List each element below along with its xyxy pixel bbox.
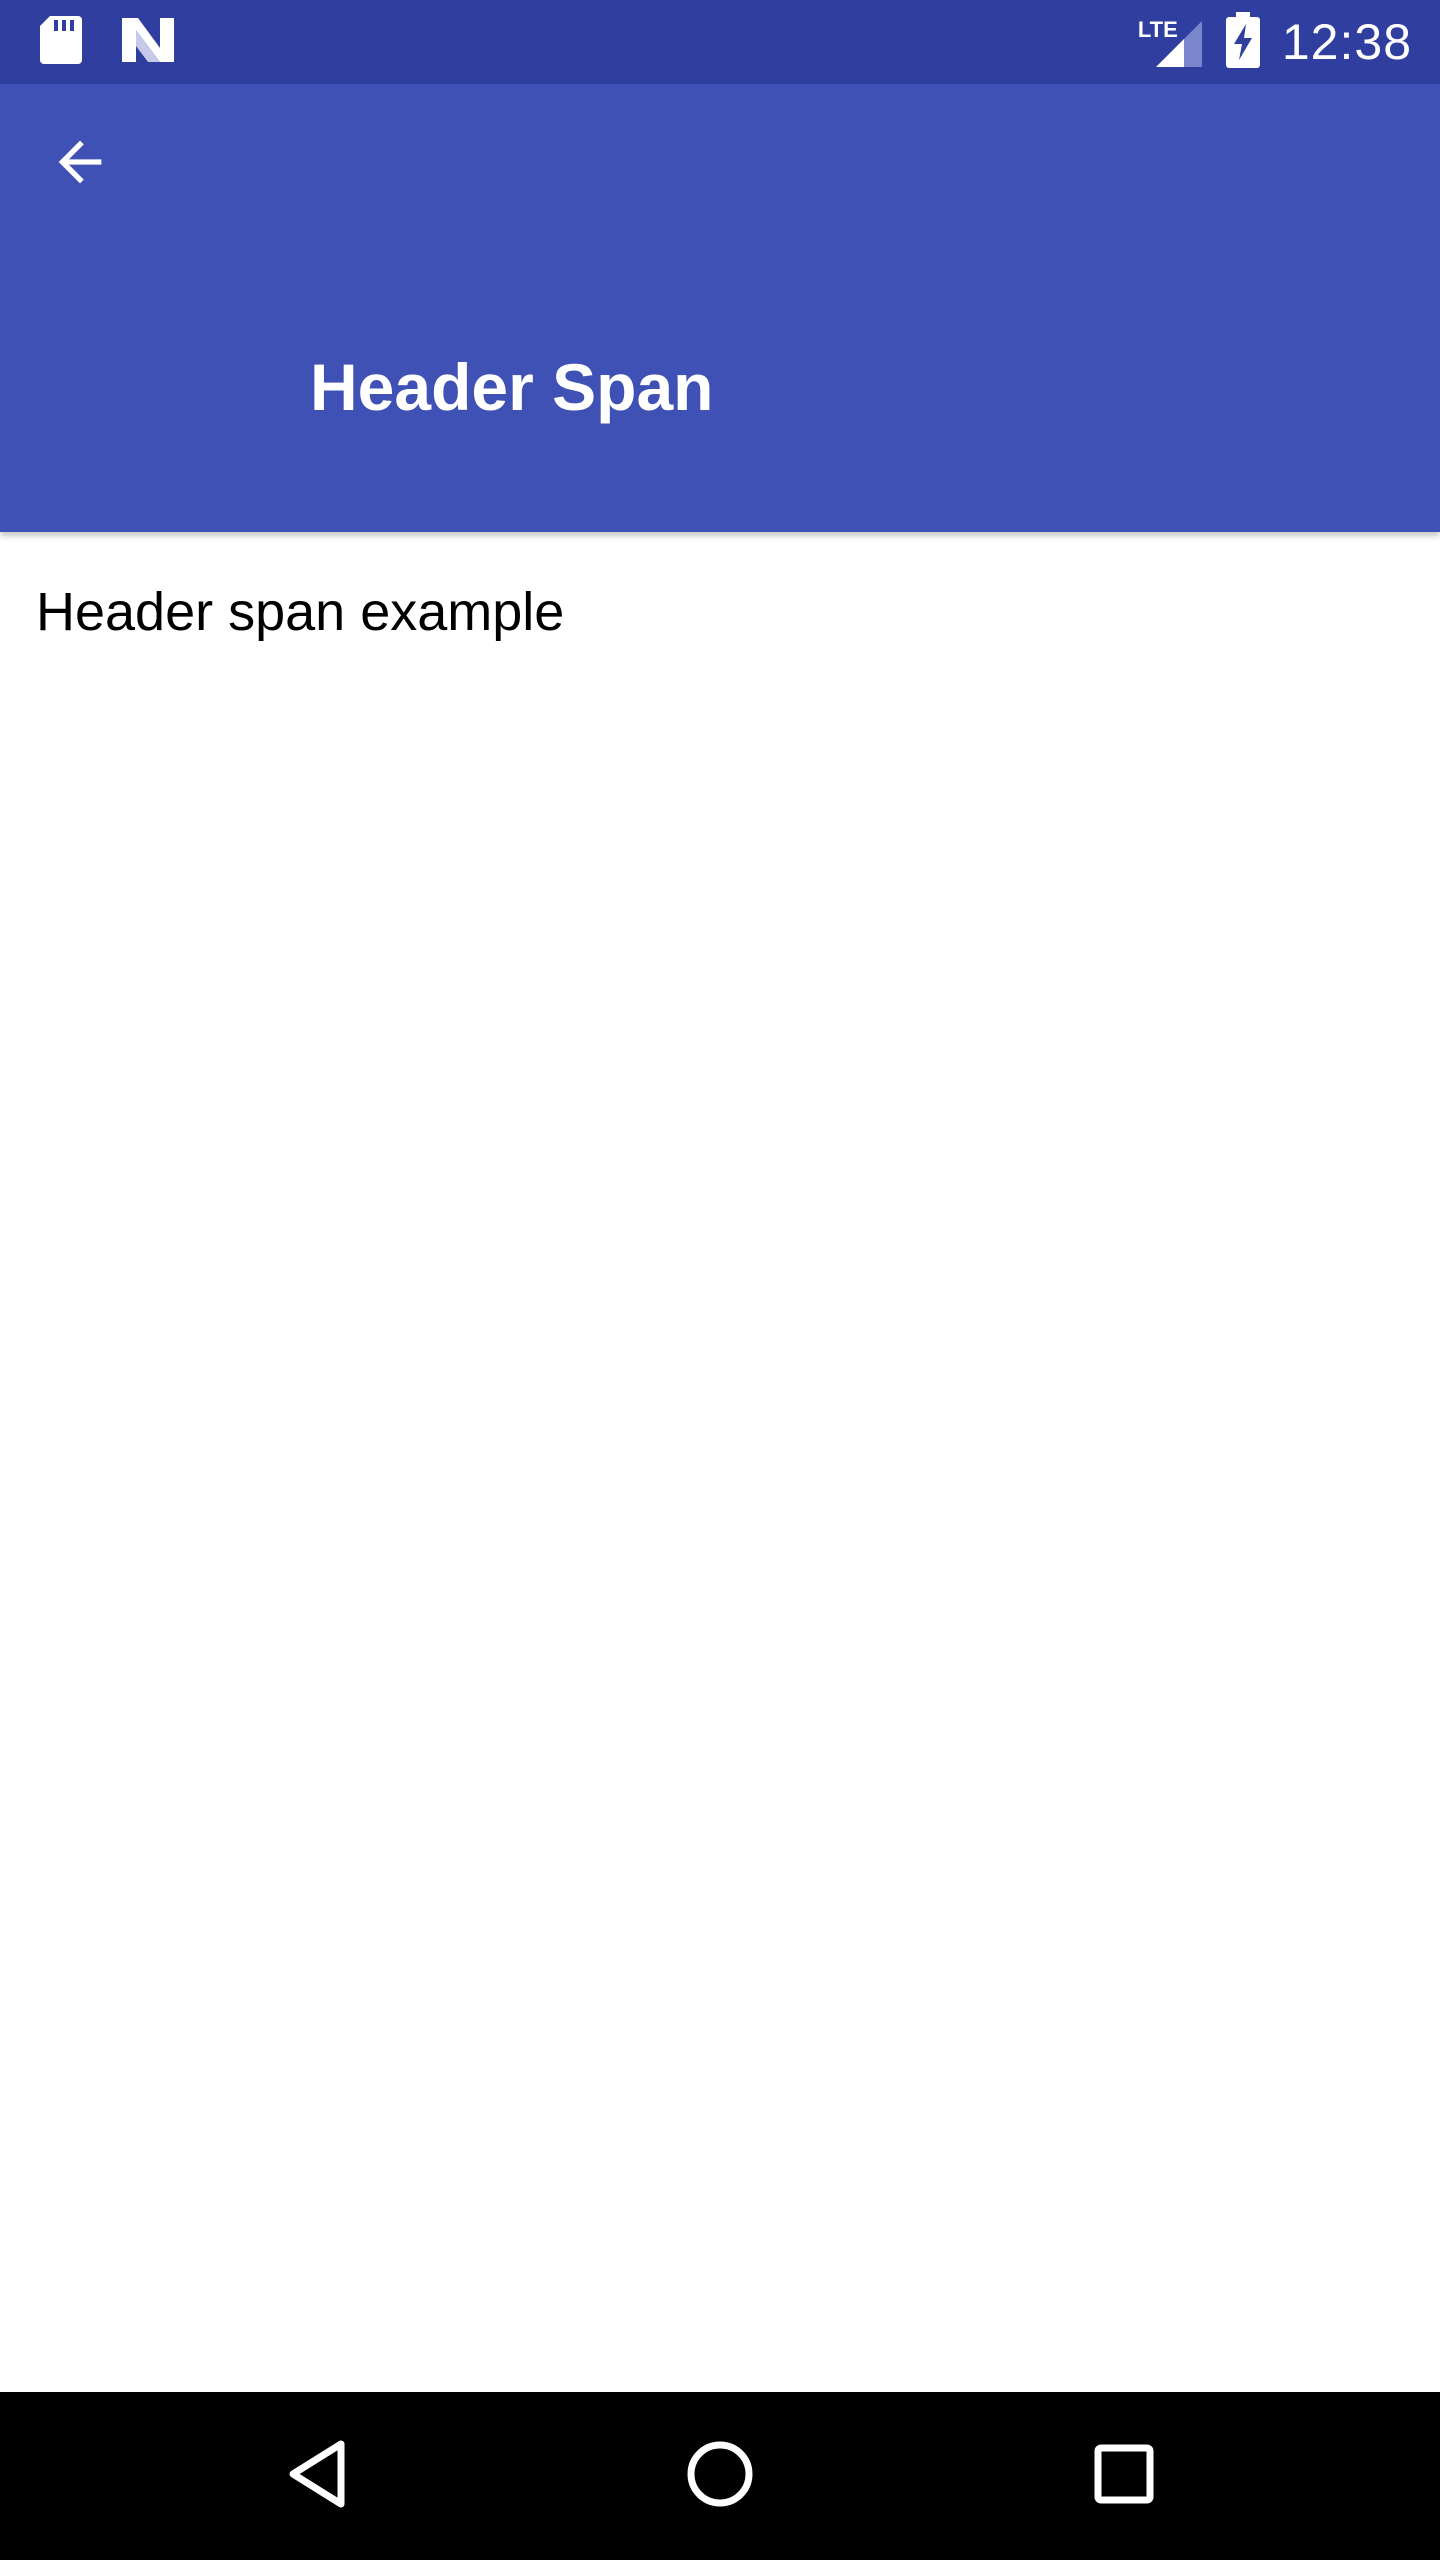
home-circle-icon [684,2438,756,2515]
status-time: 12:38 [1281,14,1412,70]
n-logo-icon [122,17,174,67]
recents-square-icon [1092,2442,1156,2511]
screen: LTE 12:38 Header Span Header span exampl… [0,0,1440,2560]
content-area: Header span example [0,532,1440,2392]
back-button[interactable] [32,116,128,212]
nav-back-button[interactable] [257,2416,377,2536]
nav-home-button[interactable] [660,2416,780,2536]
navigation-bar [0,2392,1440,2560]
nav-recents-button[interactable] [1064,2416,1184,2536]
back-triangle-icon [285,2438,349,2515]
app-bar: Header Span [0,84,1440,532]
arrow-back-icon [48,130,112,199]
signal-icon: LTE [1138,15,1204,69]
sd-card-icon [40,15,82,69]
status-left [40,15,174,69]
status-bar: LTE 12:38 [0,0,1440,84]
body-text: Header span example [36,582,565,642]
status-right: LTE 12:38 [1138,0,1412,84]
page-title: Header Span [310,350,714,424]
battery-charging-icon [1225,11,1260,73]
